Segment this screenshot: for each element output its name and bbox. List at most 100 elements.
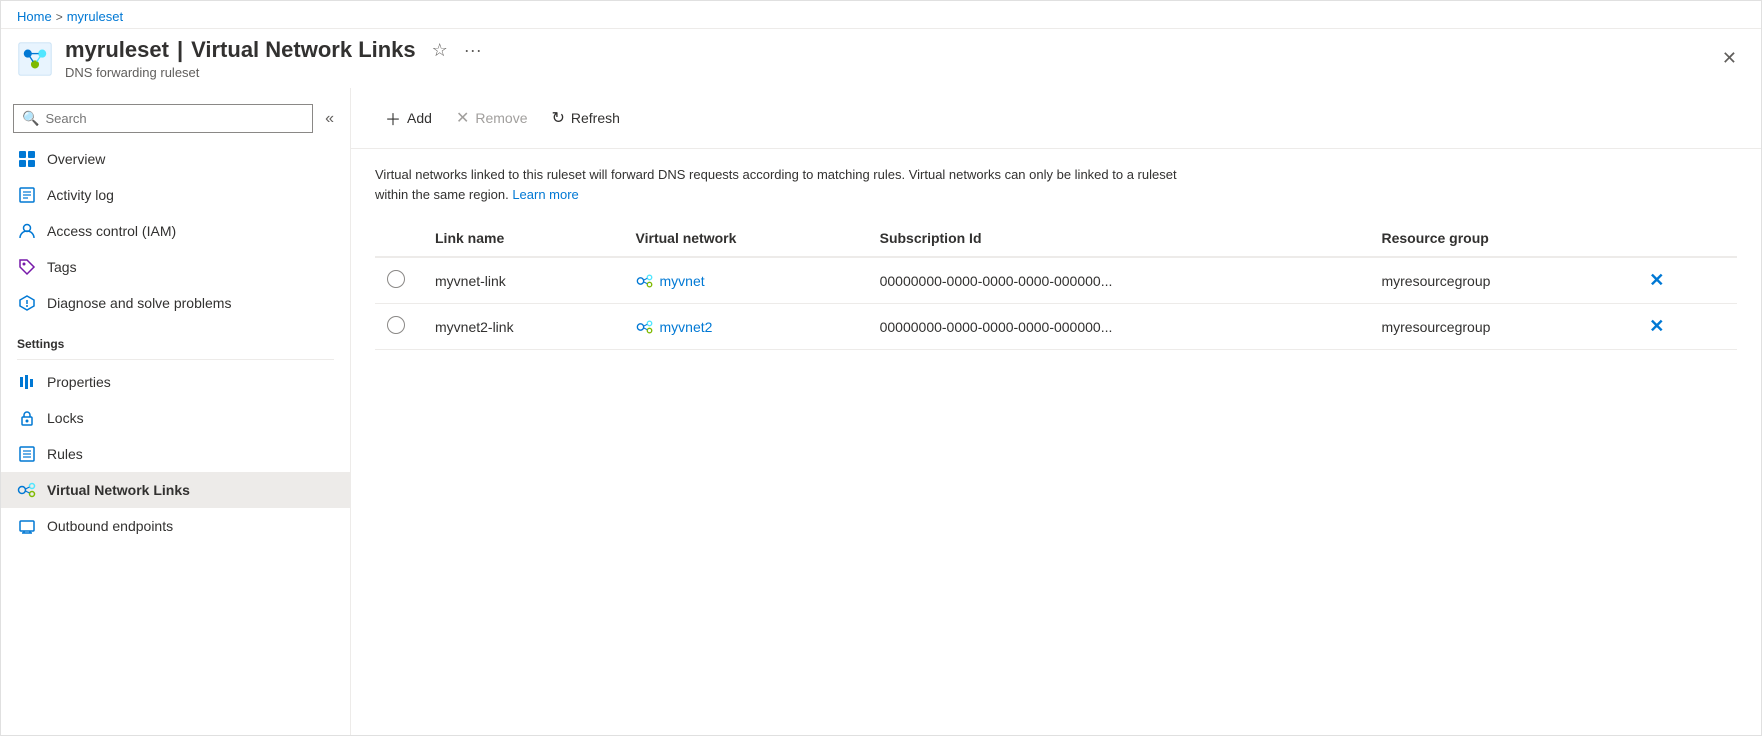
content-toolbar: ＋ Add ✕ Remove ↻ Refresh: [351, 88, 1761, 149]
title-text: myruleset | Virtual Network Links ☆ ··· …: [65, 37, 486, 80]
search-icon: 🔍: [22, 110, 39, 127]
learn-more-link[interactable]: Learn more: [512, 187, 578, 202]
remove-label: Remove: [475, 110, 527, 126]
row1-link-name: myvnet-link: [423, 257, 624, 304]
row1-vnet-icon: [636, 272, 654, 290]
header: Home > myruleset: [1, 1, 1761, 29]
content-area: ＋ Add ✕ Remove ↻ Refresh Virtual network…: [351, 88, 1761, 735]
row2-resource-group: myresourcegroup: [1369, 304, 1629, 350]
more-options-button[interactable]: ···: [460, 38, 486, 63]
sidebar-item-locks-label: Locks: [47, 410, 84, 426]
sidebar-item-rules-label: Rules: [47, 446, 83, 462]
row2-link-name: myvnet2-link: [423, 304, 624, 350]
sidebar-item-vnet-links[interactable]: Virtual Network Links: [1, 472, 350, 508]
info-text: Virtual networks linked to this ruleset …: [351, 149, 1211, 220]
title-actions: ☆ ···: [428, 38, 486, 63]
collapse-button[interactable]: «: [321, 106, 338, 132]
main-layout: 🔍 « Overview Activity log: [1, 88, 1761, 735]
refresh-button[interactable]: ↻ Refresh: [541, 102, 629, 134]
sidebar-item-diagnose[interactable]: Diagnose and solve problems: [1, 285, 350, 321]
remove-button[interactable]: ✕ Remove: [446, 102, 538, 134]
sidebar-item-properties-label: Properties: [47, 374, 111, 390]
col-resource-group: Resource group: [1369, 220, 1629, 257]
row1-delete-button[interactable]: ✕: [1641, 268, 1672, 293]
row1-delete: ✕: [1629, 257, 1737, 304]
title-bar: myruleset | Virtual Network Links ☆ ··· …: [1, 29, 1761, 88]
row1-resource-group: myresourcegroup: [1369, 257, 1629, 304]
table-row: myvnet2-link: [375, 304, 1737, 350]
sidebar-item-overview-label: Overview: [47, 151, 105, 167]
row2-vnet: myvnet2: [624, 304, 868, 350]
settings-divider: [17, 359, 334, 360]
resource-name: myruleset: [65, 37, 169, 63]
sidebar-item-activity-log[interactable]: Activity log: [1, 177, 350, 213]
add-label: Add: [407, 110, 432, 126]
sidebar-search-container: 🔍: [13, 104, 313, 133]
row1-radio[interactable]: [387, 270, 405, 288]
row2-vnet-name: myvnet2: [660, 319, 713, 335]
sidebar-item-activity-log-label: Activity log: [47, 187, 114, 203]
info-description: Virtual networks linked to this ruleset …: [375, 167, 1177, 202]
close-button[interactable]: ✕: [1714, 44, 1745, 73]
col-select: [375, 220, 423, 257]
diagnose-icon: [17, 293, 37, 313]
sidebar-item-properties[interactable]: Properties: [1, 364, 350, 400]
row2-select: [375, 304, 423, 350]
row2-vnet-icon: [636, 318, 654, 336]
tags-icon: [17, 257, 37, 277]
table-container: Link name Virtual network Subscription I…: [351, 220, 1761, 350]
col-actions: [1629, 220, 1737, 257]
remove-icon: ✕: [456, 108, 469, 128]
sidebar-item-diagnose-label: Diagnose and solve problems: [47, 295, 231, 311]
breadcrumb-home[interactable]: Home: [17, 9, 52, 24]
refresh-label: Refresh: [571, 110, 620, 126]
activity-log-icon: [17, 185, 37, 205]
vnet-links-icon: [17, 480, 37, 500]
sidebar-item-access-control-label: Access control (IAM): [47, 223, 176, 239]
col-link-name: Link name: [423, 220, 624, 257]
add-icon: ＋: [385, 106, 401, 130]
sidebar-item-locks[interactable]: Locks: [1, 400, 350, 436]
row2-delete: ✕: [1629, 304, 1737, 350]
favorite-button[interactable]: ☆: [428, 38, 452, 63]
breadcrumb-separator: >: [56, 10, 63, 24]
row1-vnet-link[interactable]: myvnet: [636, 272, 856, 290]
subtitle: DNS forwarding ruleset: [65, 65, 486, 80]
vnet-links-table: Link name Virtual network Subscription I…: [375, 220, 1737, 350]
col-virtual-network: Virtual network: [624, 220, 868, 257]
sidebar-item-tags[interactable]: Tags: [1, 249, 350, 285]
outbound-icon: [17, 516, 37, 536]
overview-icon: [17, 149, 37, 169]
app-container: Home > myruleset myruleset | Virtual Net…: [0, 0, 1762, 736]
row1-subscription: 00000000-0000-0000-0000-000000...: [868, 257, 1370, 304]
col-subscription-id: Subscription Id: [868, 220, 1370, 257]
refresh-icon: ↻: [551, 108, 564, 128]
row1-vnet: myvnet: [624, 257, 868, 304]
table-header-row: Link name Virtual network Subscription I…: [375, 220, 1737, 257]
resource-icon: [17, 41, 53, 77]
rules-icon: [17, 444, 37, 464]
sidebar-item-rules[interactable]: Rules: [1, 436, 350, 472]
add-button[interactable]: ＋ Add: [375, 100, 442, 136]
locks-icon: [17, 408, 37, 428]
title-main: myruleset | Virtual Network Links ☆ ···: [65, 37, 486, 63]
row2-delete-button[interactable]: ✕: [1641, 314, 1672, 339]
sidebar-item-overview[interactable]: Overview: [1, 141, 350, 177]
row1-vnet-name: myvnet: [660, 273, 705, 289]
table-row: myvnet-link: [375, 257, 1737, 304]
row2-subscription: 00000000-0000-0000-0000-000000...: [868, 304, 1370, 350]
sidebar-item-vnet-links-label: Virtual Network Links: [47, 482, 190, 498]
breadcrumb-current[interactable]: myruleset: [67, 9, 123, 24]
row2-vnet-link[interactable]: myvnet2: [636, 318, 856, 336]
sidebar-item-access-control[interactable]: Access control (IAM): [1, 213, 350, 249]
sidebar-search-row: 🔍 «: [1, 96, 350, 141]
sidebar: 🔍 « Overview Activity log: [1, 88, 351, 735]
title-separator: |: [177, 37, 183, 63]
sidebar-item-outbound[interactable]: Outbound endpoints: [1, 508, 350, 544]
search-input[interactable]: [45, 111, 304, 126]
breadcrumb: Home > myruleset: [17, 9, 123, 24]
sidebar-item-outbound-label: Outbound endpoints: [47, 518, 173, 534]
row2-radio[interactable]: [387, 316, 405, 334]
row1-select: [375, 257, 423, 304]
properties-icon: [17, 372, 37, 392]
